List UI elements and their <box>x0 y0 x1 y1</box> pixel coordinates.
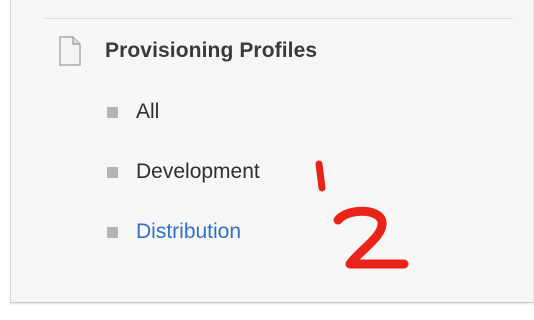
section-title: Provisioning Profiles <box>105 39 318 62</box>
nav-item-label: Distribution <box>136 220 242 243</box>
nav-item-label: Development <box>136 160 260 183</box>
nav-item-all[interactable]: All <box>107 100 159 124</box>
nav-item-distribution[interactable]: Distribution <box>107 220 241 244</box>
document-icon <box>59 36 81 66</box>
divider <box>45 18 513 19</box>
bullet-icon <box>107 166 118 178</box>
bullet-icon <box>107 106 118 118</box>
section-header: Provisioning Profiles <box>58 36 317 66</box>
sidebar-panel: Provisioning Profiles All Development Di… <box>10 0 534 303</box>
nav-item-label: All <box>136 100 160 123</box>
bullet-icon <box>107 226 118 238</box>
nav-item-development[interactable]: Development <box>107 160 260 184</box>
